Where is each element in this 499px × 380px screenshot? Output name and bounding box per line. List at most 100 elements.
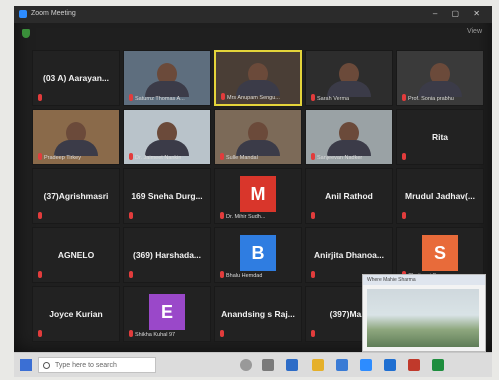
window-title: Zoom Meeting: [31, 10, 76, 17]
mic-muted-icon: [220, 271, 224, 278]
mic-muted-icon: [38, 212, 42, 219]
mic-muted-icon: [38, 153, 42, 160]
mic-muted-icon: [311, 153, 315, 160]
participant-name: Anandsing s Raj...: [221, 309, 295, 319]
participant-caption: Bhalu Hemdad: [226, 273, 263, 279]
view-button[interactable]: View: [467, 28, 482, 35]
participant-caption: Sanjeevan Nadker: [317, 155, 363, 161]
participant-caption: Shikha Kuhal 97: [135, 332, 176, 338]
mic-muted-icon: [129, 94, 133, 101]
excel-icon[interactable]: [432, 359, 444, 371]
edge-browser-icon[interactable]: [286, 359, 298, 371]
mini-window-popup[interactable]: Where Mahie Sharma: [362, 274, 486, 352]
participant-caption: Dr. Mihir Sudh...: [226, 214, 266, 220]
participant-avatar: S: [422, 235, 458, 271]
participant-tile[interactable]: 169 Sneha Durg...: [123, 168, 211, 224]
participant-name: Joyce Kurian: [49, 309, 103, 319]
participant-tile[interactable]: Pradeep Tirkey: [32, 109, 120, 165]
participant-caption: Sulle Mandal: [226, 155, 258, 161]
participant-body: [145, 81, 189, 97]
participant-tile[interactable]: Sarah Verma: [305, 50, 393, 106]
participant-body: [327, 81, 371, 97]
participant-name: Anil Rathod: [325, 191, 373, 201]
mic-muted-icon: [402, 212, 406, 219]
windows-taskbar: Type here to search: [14, 352, 492, 377]
shield-icon[interactable]: [22, 29, 30, 38]
participant-tile[interactable]: Prof. Sonia prabhu: [396, 50, 484, 106]
participant-tile[interactable]: Anil Rathod: [305, 168, 393, 224]
participant-name: (369) Harshada...: [132, 250, 202, 260]
mic-muted-icon: [402, 94, 406, 101]
participant-body: [236, 80, 280, 96]
participant-name: (37)Agrishmasri: [43, 191, 109, 201]
powerpoint-icon[interactable]: [408, 359, 420, 371]
word-icon[interactable]: [384, 359, 396, 371]
participant-name: AGNELO: [57, 250, 95, 260]
mic-muted-icon: [129, 212, 133, 219]
mic-muted-icon: [38, 271, 42, 278]
participant-tile[interactable]: (37)Agrishmasri: [32, 168, 120, 224]
participant-body: [418, 81, 462, 97]
participant-tile[interactable]: Dr. Jaimeet Nankin: [123, 109, 211, 165]
mic-muted-icon: [220, 330, 224, 337]
participant-caption: Dr. Jaimeet Nankin: [135, 155, 182, 161]
participant-tile[interactable]: Mrs Anupam Sengu...: [214, 50, 302, 106]
participant-caption: Saturnz Thomas A...: [135, 96, 185, 102]
mic-muted-icon: [220, 153, 224, 160]
zoom-taskbar-icon[interactable]: [360, 359, 372, 371]
mic-muted-icon: [221, 93, 225, 100]
participant-name: Mrudul Jadhav(...: [405, 191, 475, 201]
participant-tile[interactable]: Saturnz Thomas A...: [123, 50, 211, 106]
search-icon: [43, 362, 50, 369]
zoom-screen: Zoom Meeting – ▢ ✕ View (03 A) Aarayan..…: [14, 6, 492, 352]
participant-tile[interactable]: (369) Harshada...: [123, 227, 211, 283]
mic-muted-icon: [129, 271, 133, 278]
participant-tile[interactable]: Sanjeevan Nadker: [305, 109, 393, 165]
participant-caption: Prof. Sonia prabhu: [408, 96, 454, 102]
participant-tile[interactable]: Anandsing s Raj...: [214, 286, 302, 342]
mic-muted-icon: [38, 330, 42, 337]
participant-tile[interactable]: Mrudul Jadhav(...: [396, 168, 484, 224]
participant-body: [145, 140, 189, 156]
popup-title: Where Mahie Sharma: [363, 275, 485, 285]
mic-muted-icon: [311, 330, 315, 337]
participant-avatar: M: [240, 176, 276, 212]
mic-muted-icon: [311, 271, 315, 278]
mic-muted-icon: [220, 212, 224, 219]
mic-muted-icon: [402, 153, 406, 160]
mic-muted-icon: [311, 94, 315, 101]
participant-name: (03 A) Aarayan...: [43, 73, 109, 83]
participant-name: Rita: [431, 132, 449, 142]
popup-preview-image: [367, 289, 479, 347]
participant-tile[interactable]: AGNELO: [32, 227, 120, 283]
window-titlebar: Zoom Meeting – ▢ ✕: [14, 6, 492, 23]
participant-tile[interactable]: B Bhalu Hemdad: [214, 227, 302, 283]
task-view-icon[interactable]: [262, 359, 274, 371]
participant-tile[interactable]: (03 A) Aarayan...: [32, 50, 120, 106]
participant-avatar: E: [149, 294, 185, 330]
participant-name: 169 Sneha Durg...: [131, 191, 203, 201]
mic-muted-icon: [129, 153, 133, 160]
mic-muted-icon: [129, 330, 133, 337]
cortana-icon[interactable]: [240, 359, 252, 371]
participant-tile[interactable]: Rita: [396, 109, 484, 165]
participant-tile[interactable]: Joyce Kurian: [32, 286, 120, 342]
store-icon[interactable]: [336, 359, 348, 371]
zoom-app-icon: [19, 10, 27, 18]
file-explorer-icon[interactable]: [312, 359, 324, 371]
participant-tile[interactable]: M Dr. Mihir Sudh...: [214, 168, 302, 224]
participant-caption: Pradeep Tirkey: [44, 155, 81, 161]
participant-avatar: B: [240, 235, 276, 271]
meeting-topbar: View: [14, 23, 492, 43]
window-controls[interactable]: – ▢ ✕: [433, 9, 486, 18]
participant-body: [54, 140, 98, 156]
search-placeholder: Type here to search: [55, 362, 117, 369]
participant-tile[interactable]: E Shikha Kuhal 97: [123, 286, 211, 342]
windows-start-icon[interactable]: [20, 359, 32, 371]
mic-muted-icon: [311, 212, 315, 219]
taskbar-search-input[interactable]: Type here to search: [38, 357, 156, 373]
participant-caption: Mrs Anupam Sengu...: [227, 95, 280, 101]
participant-body: [327, 140, 371, 156]
participant-tile[interactable]: Sulle Mandal: [214, 109, 302, 165]
participant-name: Anirjita Dhanoa...: [314, 250, 384, 260]
